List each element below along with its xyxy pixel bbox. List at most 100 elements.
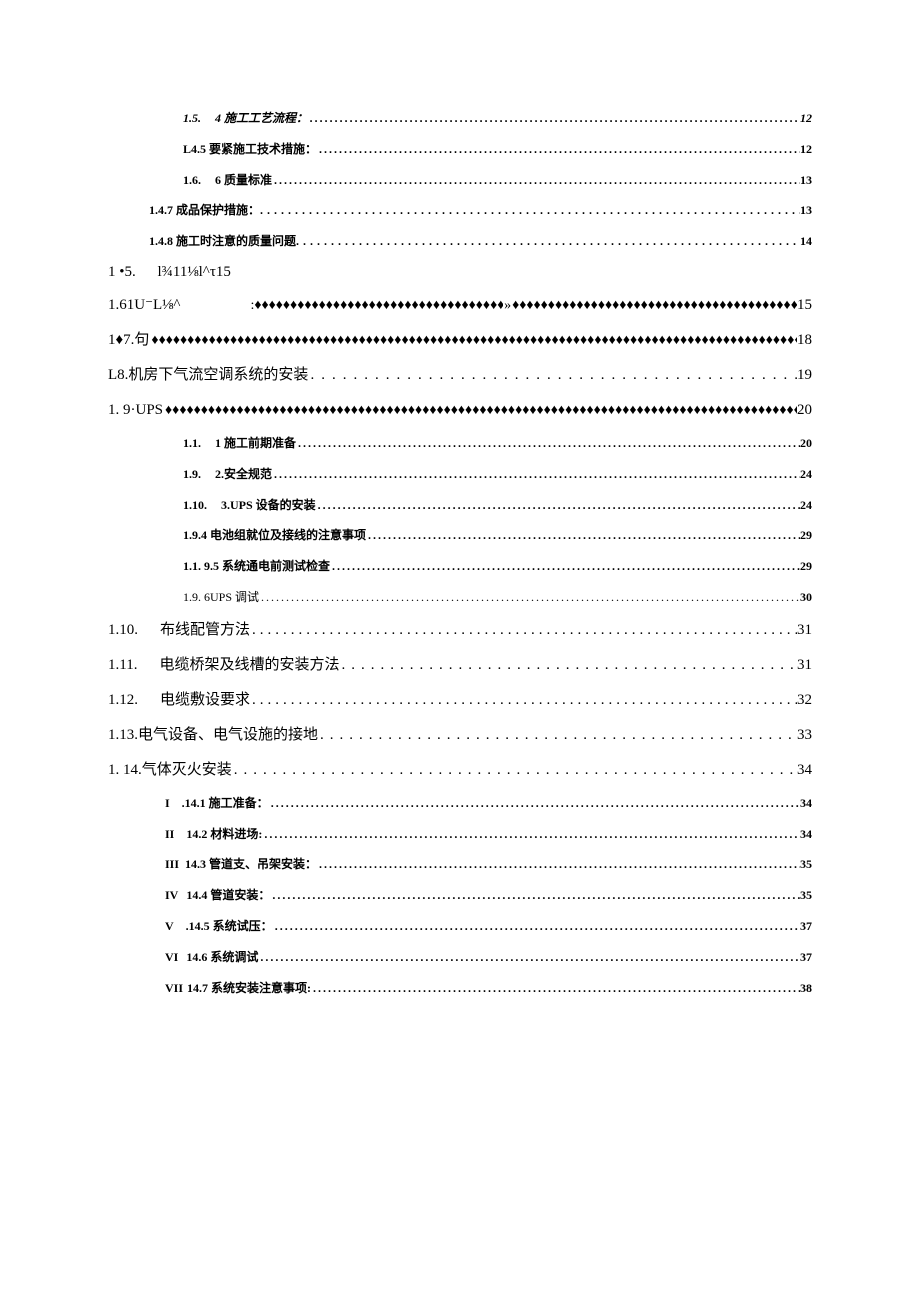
toc-title: 1.61U⁻L⅛^ bbox=[108, 295, 180, 316]
toc-number: VII bbox=[165, 980, 183, 997]
toc-title: 14.7 系统安装注意事项: bbox=[187, 980, 311, 997]
toc: 1.5. 4 施工工艺流程： 12 L4.5 要紧施工技术措施： 12 1.6.… bbox=[108, 110, 812, 996]
toc-title: 气体灭火安装 bbox=[142, 760, 232, 781]
toc-title: 1.1. 9.5 系统通电前测试检查 bbox=[183, 558, 330, 575]
toc-entry: 1.10. 3.UPS 设备的安装 24 bbox=[108, 497, 812, 514]
toc-leader bbox=[272, 172, 800, 189]
toc-entry: 1.4.7 成品保护措施： 13 bbox=[108, 202, 812, 219]
toc-leader bbox=[250, 690, 797, 711]
toc-entry: 1.1. 1 施工前期准备 20 bbox=[108, 435, 812, 452]
toc-entry: 1.9. 2.安全规范 24 bbox=[108, 466, 812, 483]
toc-leader bbox=[366, 527, 800, 544]
toc-entry: 1. 9· UPS 20 bbox=[108, 400, 812, 421]
toc-leader bbox=[163, 401, 797, 421]
toc-entry: 1. 14. 气体灭火安装 34 bbox=[108, 760, 812, 781]
toc-leader-mid: » bbox=[503, 296, 512, 316]
toc-title: 14.6 系统调试 bbox=[186, 949, 258, 966]
toc-page: 35 bbox=[800, 856, 812, 873]
toc-entry: 1.61U⁻L⅛^ » 15 bbox=[108, 295, 812, 316]
toc-number: 1.10. bbox=[108, 620, 138, 641]
toc-leader bbox=[258, 949, 800, 966]
toc-page: 15 bbox=[797, 295, 812, 316]
toc-leader bbox=[262, 826, 800, 843]
toc-page: 12 bbox=[800, 110, 812, 127]
toc-title: 1.9.4 电池组就位及接线的注意事项 bbox=[183, 527, 366, 544]
toc-number: L8. bbox=[108, 365, 128, 386]
toc-title: 6 质量标准 bbox=[215, 172, 272, 189]
toc-leader bbox=[269, 795, 800, 812]
toc-leader bbox=[330, 558, 800, 575]
toc-leader bbox=[272, 466, 800, 483]
toc-page: 14 bbox=[800, 233, 812, 250]
toc-entry: VII 14.7 系统安装注意事项: 38 bbox=[108, 980, 812, 997]
toc-page: 24 bbox=[800, 497, 812, 514]
toc-entry: V .14.5 系统试压： 37 bbox=[108, 918, 812, 935]
toc-page: 24 bbox=[800, 466, 812, 483]
toc-entry: 1♦7. 句 18 bbox=[108, 330, 812, 351]
toc-number: 1.11. bbox=[108, 655, 137, 676]
toc-title: l¾11⅛l^τ15 bbox=[158, 264, 231, 280]
toc-leader bbox=[317, 141, 800, 158]
toc-page: 30 bbox=[800, 589, 812, 606]
toc-leader bbox=[308, 110, 800, 127]
toc-number: 1 •5. bbox=[108, 264, 136, 280]
toc-title: UPS bbox=[136, 400, 164, 421]
toc-entry: L4.5 要紧施工技术措施： 12 bbox=[108, 141, 812, 158]
toc-entry: 1.11. 电缆桥架及线槽的安装方法 31 bbox=[108, 655, 812, 676]
toc-page: 18 bbox=[797, 330, 812, 351]
toc-page: 19 bbox=[797, 365, 812, 386]
toc-entry: L8. 机房下气流空调系统的安装 19 bbox=[108, 365, 812, 386]
toc-page: 33 bbox=[797, 725, 812, 746]
toc-entry: II 14.2 材料进场: 34 bbox=[108, 826, 812, 843]
toc-entry: 1.5. 4 施工工艺流程： 12 bbox=[108, 110, 812, 127]
toc-page: 31 bbox=[797, 655, 812, 676]
toc-page: 38 bbox=[800, 980, 812, 997]
toc-leader bbox=[250, 620, 797, 641]
toc-entry: 1.12. 电缆敷设要求 32 bbox=[108, 690, 812, 711]
toc-number: 1.9. bbox=[183, 466, 201, 483]
toc-number: 1.13. bbox=[108, 725, 138, 746]
toc-leader bbox=[339, 655, 797, 676]
toc-entry: I .14.1 施工准备： 34 bbox=[108, 795, 812, 812]
toc-number: 1.12. bbox=[108, 690, 138, 711]
toc-entry: 1 •5. l¾11⅛l^τ15 bbox=[108, 264, 812, 281]
toc-leader bbox=[308, 365, 797, 386]
toc-leader bbox=[311, 980, 800, 997]
toc-entry: IV 14.4 管道安装： 35 bbox=[108, 887, 812, 904]
toc-entry: 1.9. 6UPS 调试 30 bbox=[108, 589, 812, 606]
toc-number: I bbox=[165, 795, 170, 812]
toc-leader bbox=[296, 233, 800, 250]
toc-number: 1.10. bbox=[183, 497, 207, 514]
toc-title: 14.2 材料进场: bbox=[186, 826, 262, 843]
toc-page: 29 bbox=[800, 527, 812, 544]
toc-leader bbox=[317, 856, 800, 873]
toc-number: 1. 9· bbox=[108, 400, 136, 421]
toc-leader bbox=[259, 589, 800, 606]
toc-title: 1.9. 6UPS 调试 bbox=[183, 589, 259, 606]
toc-title: 1.4.7 成品保护措施： bbox=[149, 202, 260, 219]
toc-title: 1.4.8 施工时注意的质量问题 bbox=[149, 233, 296, 250]
toc-leader bbox=[250, 296, 503, 316]
toc-page: 12 bbox=[800, 141, 812, 158]
toc-number: 1. 14. bbox=[108, 760, 142, 781]
toc-title: 1 施工前期准备 bbox=[215, 435, 296, 452]
toc-number: 1.6. bbox=[183, 172, 201, 189]
toc-title: 电气设备、电气设施的接地 bbox=[138, 725, 318, 746]
toc-page: 34 bbox=[797, 760, 812, 781]
toc-page: 34 bbox=[800, 795, 812, 812]
toc-title: .14.1 施工准备： bbox=[182, 795, 269, 812]
toc-leader bbox=[296, 435, 800, 452]
toc-number: IV bbox=[165, 887, 178, 904]
toc-number: VI bbox=[165, 949, 178, 966]
toc-page: 13 bbox=[800, 172, 812, 189]
toc-entry: 1.6. 6 质量标准 13 bbox=[108, 172, 812, 189]
toc-leader bbox=[260, 202, 800, 219]
toc-title: 布线配管方法 bbox=[160, 620, 250, 641]
toc-title: .14.5 系统试压： bbox=[186, 918, 273, 935]
toc-leader bbox=[270, 887, 800, 904]
toc-page: 20 bbox=[800, 435, 812, 452]
toc-page: 34 bbox=[800, 826, 812, 843]
toc-title: 4 施工工艺流程： bbox=[215, 110, 308, 127]
toc-title: 句 bbox=[134, 330, 149, 351]
toc-title: 3.UPS 设备的安装 bbox=[221, 497, 316, 514]
